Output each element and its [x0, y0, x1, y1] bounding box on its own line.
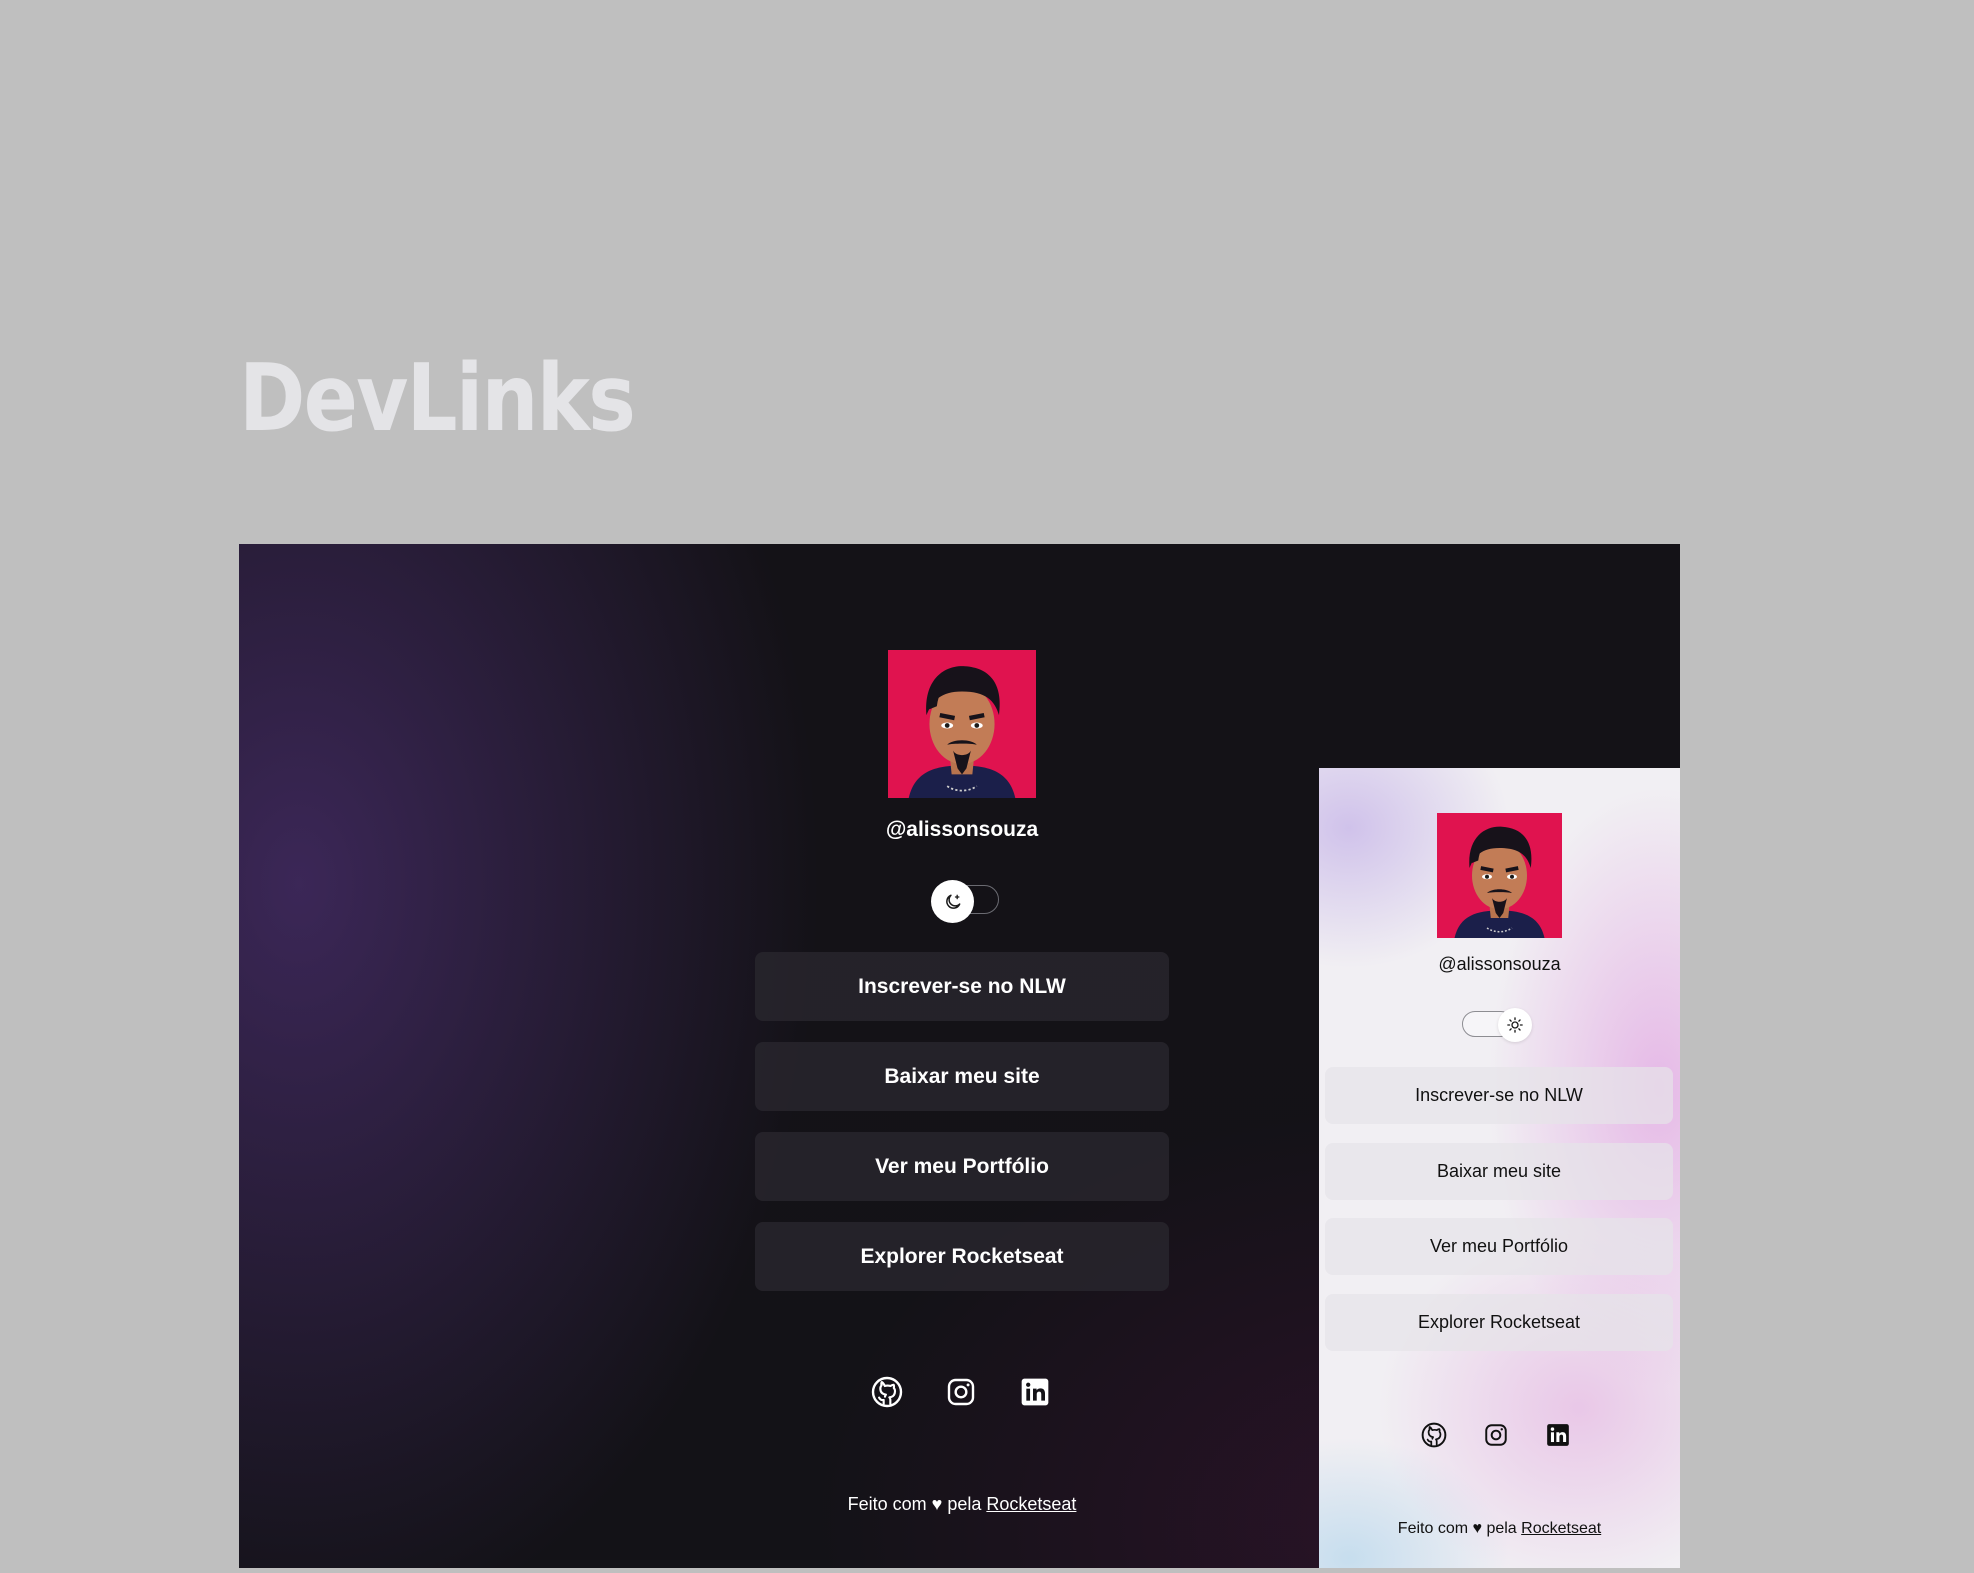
profile-username: @alissonsouza: [1438, 954, 1561, 974]
linkedin-icon[interactable]: [1015, 1372, 1055, 1412]
github-icon[interactable]: [867, 1372, 907, 1412]
avatar-illustration: [1437, 813, 1562, 938]
theme-switch[interactable]: [1462, 1008, 1537, 1042]
link-button-download-site[interactable]: Baixar meu site: [1325, 1143, 1673, 1200]
link-button-portfolio[interactable]: Ver meu Portfólio: [755, 1132, 1169, 1201]
footer: Feito com ♥ pela Rocketseat: [755, 1494, 1169, 1515]
footer-text-prefix: Feito com: [847, 1494, 927, 1514]
link-button-nlw[interactable]: Inscrever-se no NLW: [755, 952, 1169, 1021]
instagram-icon[interactable]: [1480, 1419, 1512, 1451]
avatar-illustration: [888, 650, 1036, 798]
dark-profile-column: @alissonsouza Inscrever-se no NLW Baixar…: [755, 544, 1169, 1568]
footer: Feito com ♥ pela Rocketseat: [1319, 1520, 1680, 1538]
footer-text-middle: pela: [947, 1494, 982, 1514]
profile-username: @alissonsouza: [885, 818, 1039, 841]
sun-icon: [1507, 1017, 1523, 1033]
avatar: [888, 650, 1036, 798]
moon-icon: [945, 894, 960, 909]
footer-text-middle: pela: [1486, 1520, 1517, 1537]
link-button-explorer[interactable]: Explorer Rocketseat: [755, 1222, 1169, 1291]
page-title: DevLinks: [239, 344, 636, 452]
rocketseat-link[interactable]: Rocketseat: [986, 1494, 1076, 1514]
avatar: [1437, 813, 1562, 938]
link-button-download-site[interactable]: Baixar meu site: [755, 1042, 1169, 1111]
link-button-portfolio[interactable]: Ver meu Portfólio: [1325, 1218, 1673, 1275]
heart-icon: ♥: [931, 1494, 943, 1514]
linkedin-icon[interactable]: [1542, 1419, 1574, 1451]
social-links: [755, 1372, 1169, 1412]
theme-switch[interactable]: [931, 880, 999, 923]
rocketseat-link[interactable]: Rocketseat: [1521, 1520, 1601, 1537]
link-button-explorer[interactable]: Explorer Rocketseat: [1325, 1294, 1673, 1351]
switch-knob: [931, 880, 974, 923]
heart-icon: ♥: [1472, 1520, 1483, 1537]
instagram-icon[interactable]: [941, 1372, 981, 1412]
footer-text-prefix: Feito com: [1397, 1520, 1469, 1537]
social-links: [1319, 1419, 1680, 1451]
light-mode-preview: @alissonsouza Inscrever-se no NLW Baixar…: [1319, 768, 1680, 1568]
switch-knob: [1498, 1008, 1532, 1042]
github-icon[interactable]: [1418, 1419, 1450, 1451]
link-button-nlw[interactable]: Inscrever-se no NLW: [1325, 1067, 1673, 1124]
